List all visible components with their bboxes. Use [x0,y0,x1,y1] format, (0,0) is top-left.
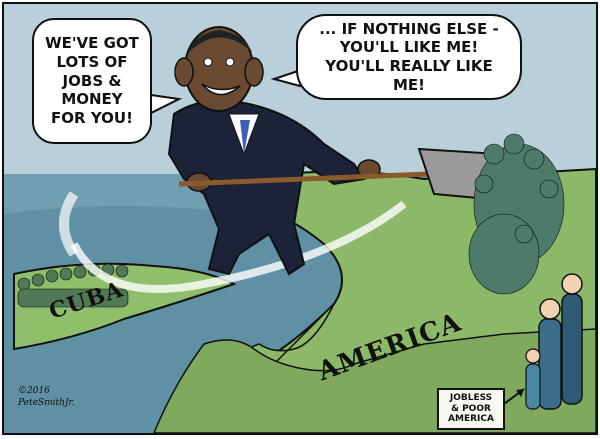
head [184,26,254,112]
cartoon-panel: WE'VE GOT LOTS OF JOBS & MONEY FOR YOU! … [2,2,598,435]
jobless-sign: JOBLESS & POOR AMERICA [437,388,505,430]
speech-text-left: WE'VE GOT LOTS OF JOBS & MONEY FOR YOU! [45,34,139,128]
speech-bubble-left: WE'VE GOT LOTS OF JOBS & MONEY FOR YOU! [32,18,152,144]
artist-name: PeteSmithJr. [18,397,75,408]
sign-line-2: & POOR [451,403,491,414]
copyright-year: ©2016 [18,386,50,396]
speech-bubble-right: ... IF NOTHING ELSE - YOU'LL LIKE ME! YO… [296,14,522,100]
sign-line-3: AMERICA [448,414,494,425]
ear-right [244,57,264,87]
speech-text-right: ... IF NOTHING ELSE - YOU'LL LIKE ME! YO… [319,19,499,94]
artist-signature: ©2016 PeteSmithJr. [18,386,75,409]
ear-left [174,57,194,87]
sign-line-1: JOBLESS [449,393,493,404]
